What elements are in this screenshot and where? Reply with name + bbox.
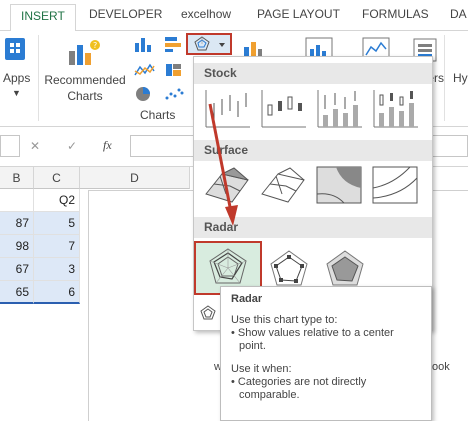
hyperlink-label[interactable]: Hy [453, 71, 468, 85]
stock-chart-hlc-icon[interactable] [202, 87, 252, 129]
tab-insert[interactable]: INSERT [10, 4, 76, 32]
hierarchy-chart-icon[interactable] [163, 61, 185, 79]
cell-value-c[interactable]: 3 [34, 258, 80, 281]
ribbon-tab-bar: INSERT DEVELOPER excelhow PAGE LAYOUT FO… [0, 0, 468, 32]
surface-wireframe-3d-icon[interactable] [258, 164, 308, 206]
fx-icon[interactable]: fx [103, 138, 112, 153]
name-box[interactable] [0, 135, 20, 157]
radar-tooltip: Radar Use this chart type to: • Show val… [220, 286, 432, 421]
stock-chart-vhlc-icon[interactable] [314, 87, 364, 129]
cancel-icon[interactable]: ✕ [30, 139, 40, 153]
enter-icon[interactable]: ✓ [67, 139, 77, 153]
cell-value[interactable]: 87 [0, 212, 34, 235]
tooltip-bullet1-line1: • Show values relative to a center [231, 327, 394, 339]
contour-icon[interactable] [314, 164, 364, 206]
stock-chart-vohlc-icon[interactable] [370, 87, 420, 129]
section-radar: Radar [194, 217, 432, 238]
cell-value-c[interactable]: 7 [34, 235, 80, 258]
tab-page-layout[interactable]: PAGE LAYOUT [257, 7, 340, 21]
cell-value[interactable]: 65 [0, 281, 34, 304]
cell-value-c[interactable]: 5 [34, 212, 80, 235]
contour-wireframe-icon[interactable] [370, 164, 420, 206]
column-header-d[interactable]: D [80, 167, 190, 189]
group-separator [444, 35, 445, 121]
group-separator [38, 35, 39, 121]
tab-formulas[interactable]: FORMULAS [362, 7, 429, 21]
tooltip-bullet2-line1: • Categories are not directly [231, 376, 367, 388]
charts-group-label: Charts [140, 108, 176, 122]
tooltip-bullet1-line2: point. [239, 340, 266, 352]
more-charts-icon[interactable] [198, 303, 218, 323]
stock-chart-ohlc-icon[interactable] [258, 87, 308, 129]
cell-value[interactable]: 67 [0, 258, 34, 281]
section-stock: Stock [194, 63, 432, 84]
apps-chevron-down-icon[interactable]: ▼ [12, 88, 21, 98]
tab-excelhow[interactable]: excelhow [181, 7, 231, 21]
tab-data[interactable]: DA [450, 7, 467, 21]
tab-developer[interactable]: DEVELOPER [89, 7, 162, 21]
cell-b[interactable] [0, 189, 34, 212]
tooltip-bullet2-line2: comparable. [239, 389, 300, 401]
tooltip-title: Radar [231, 293, 263, 305]
column-header-b[interactable]: B [0, 167, 34, 189]
line-chart-icon[interactable] [133, 61, 155, 79]
recommended-charts-label-1[interactable]: Recommended [44, 73, 126, 87]
cell-value[interactable]: 98 [0, 235, 34, 258]
tooltip-use-to: Use this chart type to: [231, 314, 338, 326]
cell-header-q2[interactable]: Q2 [34, 189, 80, 212]
surface-3d-icon[interactable] [202, 164, 252, 206]
recommended-charts-icon[interactable]: ? [66, 37, 102, 69]
apps-icon[interactable] [4, 37, 26, 61]
chart-text-fragment-right: ook [432, 361, 450, 373]
svg-text:?: ? [93, 41, 97, 50]
scatter-chart-icon[interactable] [163, 85, 185, 103]
section-surface: Surface [194, 140, 432, 161]
column-header-c[interactable]: C [34, 167, 80, 189]
tooltip-use-when: Use it when: [231, 363, 292, 375]
pie-chart-icon[interactable] [133, 85, 155, 103]
recommended-charts-label-2[interactable]: Charts [44, 89, 126, 103]
bar-chart-icon[interactable] [163, 35, 185, 53]
cell-value-c[interactable]: 6 [34, 281, 80, 304]
insert-radar-chart-button[interactable] [186, 33, 232, 55]
apps-label[interactable]: Apps [3, 71, 30, 85]
column-chart-icon[interactable] [133, 35, 155, 53]
